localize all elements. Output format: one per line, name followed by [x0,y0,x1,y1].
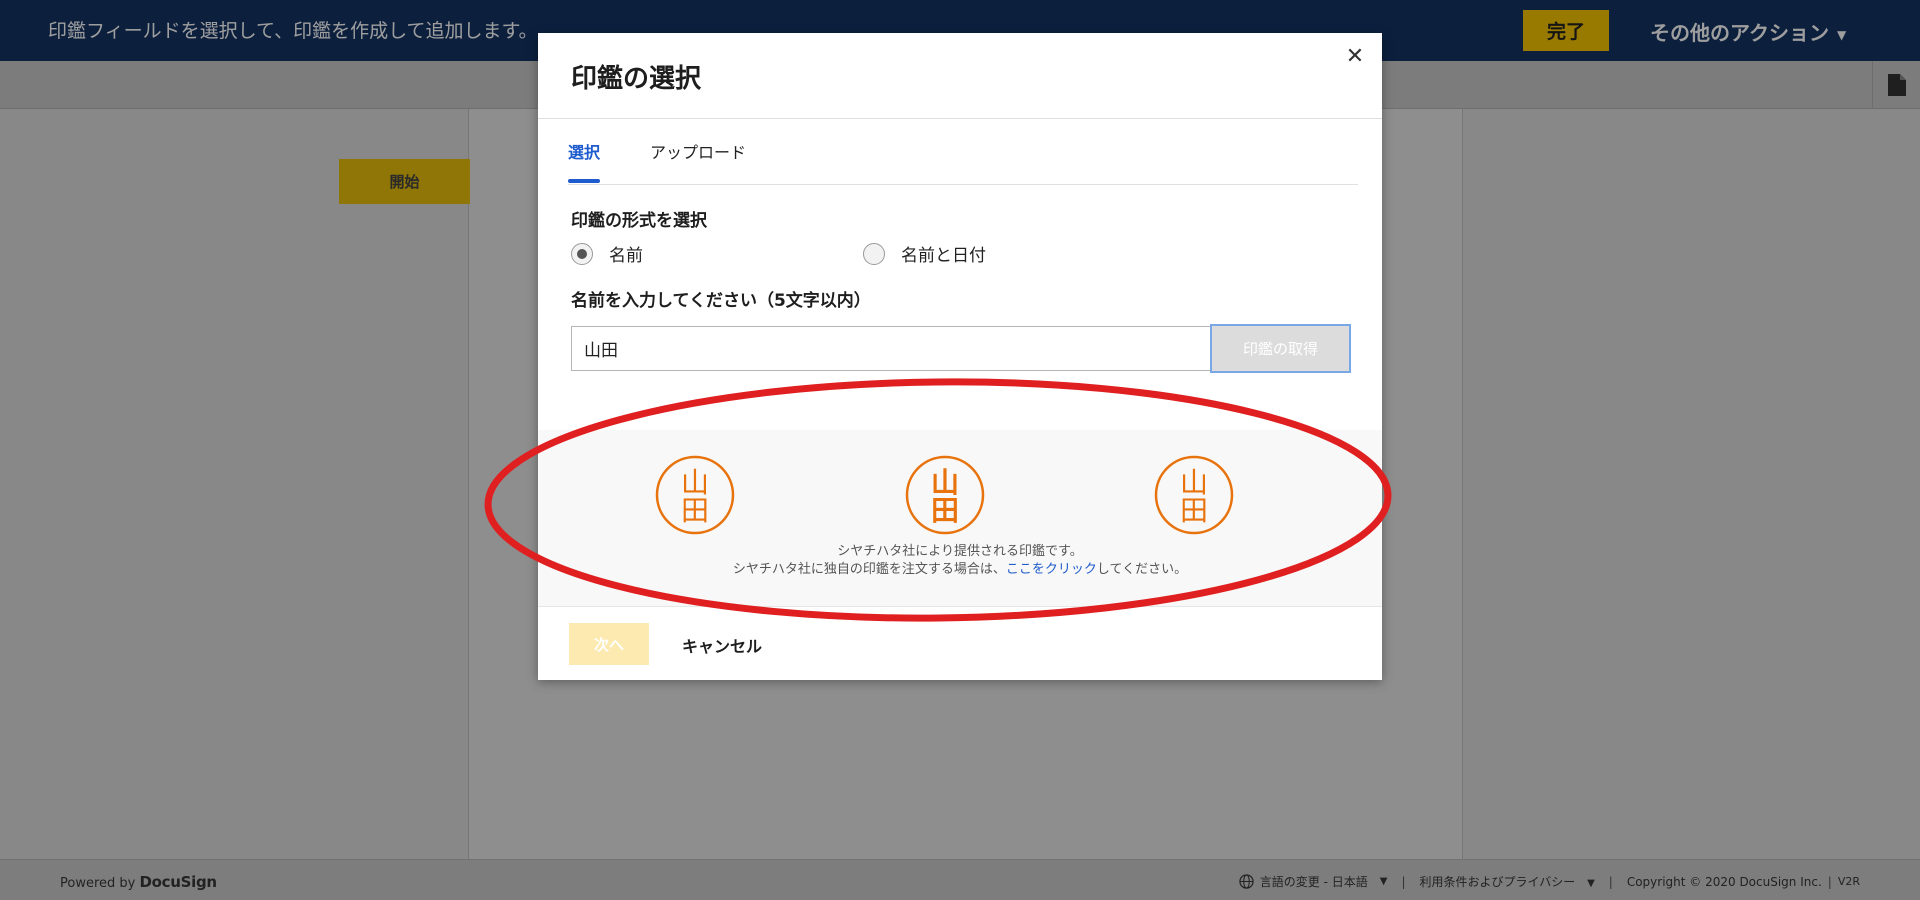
provider-line-1: シヤチハタ社により提供される印鑑です。 [837,544,1083,559]
seal-text: 山田 [1180,466,1208,527]
powered-by-label: Powered by [60,876,136,891]
radio-option-label: 名前 [609,246,643,266]
radio-option-name-date[interactable]: 名前と日付 [863,241,986,266]
other-actions-label: その他のアクション [1650,21,1829,45]
page-footer: Powered by DocuSign 言語の変更 - 日本語 ▼ | 利用条件… [0,859,1920,900]
seal-option-3[interactable]: 山田 [1153,454,1235,536]
dialog-title: 印鑑の選択 [571,64,702,94]
start-button[interactable]: 開始 [339,159,470,204]
done-button[interactable]: 完了 [1523,10,1609,51]
powered-by: Powered by DocuSign [60,873,217,891]
document-icon-glyph [1887,74,1906,96]
name-input[interactable] [571,326,1211,371]
radio-button[interactable] [863,242,885,265]
other-actions-menu[interactable]: その他のアクション ▼ [1650,17,1846,46]
instruction-message: 印鑑フィールドを選択して、印鑑を作成して追加します。 [48,20,538,42]
next-button[interactable]: 次へ [569,623,649,665]
tab-upload[interactable]: アップロード [650,139,746,163]
seal-text: 山田 [681,466,709,527]
order-seal-link[interactable]: ここをクリック [1006,562,1097,577]
globe-icon [1239,874,1254,889]
chevron-down-icon: ▼ [1379,876,1388,887]
terms-label: 利用条件およびプライバシー [1419,875,1576,889]
footer-links: 言語の変更 - 日本語 ▼ | 利用条件およびプライバシー ▼ | Copyri… [1239,873,1860,890]
seal-text: 山田 [931,466,959,527]
get-seal-button[interactable]: 印鑑の取得 [1210,324,1351,373]
close-icon[interactable]: ✕ [1342,43,1368,69]
radio-option-name[interactable]: 名前 [571,241,643,266]
seal-selection-dialog: 印鑑の選択 ✕ 選択 アップロード 印鑑の形式を選択 名前 名前と日付 名前を入… [538,33,1382,680]
chevron-down-icon: ▼ [1587,878,1595,889]
seal-preview-panel: 山田 山田 山田 シヤチハタ社により提供される印鑑です。 シヤチハタ社に独自の印… [538,430,1382,606]
docusign-logo: DocuSign [139,873,218,891]
tab-select[interactable]: 選択 [568,139,600,163]
seal-option-1[interactable]: 山田 [654,454,736,536]
copyright-text: Copyright © 2020 DocuSign Inc. [1626,874,1822,889]
provider-line-2: シヤチハタ社に独自の印鑑を注文する場合は、ここをクリックしてください。 [538,561,1382,579]
version-text: V2R [1837,875,1860,888]
cancel-button[interactable]: キャンセル [682,633,762,657]
format-label: 印鑑の形式を選択 [571,211,707,231]
language-label: 言語の変更 - 日本語 [1259,875,1368,889]
chevron-down-icon: ▼ [1837,27,1847,42]
provider-line-2-suffix: してください。 [1096,562,1188,577]
active-tab-indicator [568,179,600,183]
radio-option-label: 名前と日付 [901,246,986,266]
language-selector[interactable]: 言語の変更 - 日本語 ▼ [1239,873,1388,890]
dialog-footer-divider [538,606,1382,607]
document-icon[interactable] [1872,61,1920,109]
provider-note: シヤチハタ社により提供される印鑑です。 シヤチハタ社に独自の印鑑を注文する場合は… [538,543,1382,579]
footer-separator: | [1827,874,1832,889]
footer-separator: | [1608,874,1613,889]
provider-line-2-prefix: シヤチハタ社に独自の印鑑を注文する場合は、 [732,562,1006,577]
tab-bar: 選択 アップロード [568,119,1358,185]
radio-button[interactable] [571,242,593,265]
footer-separator: | [1401,874,1406,889]
terms-privacy-link[interactable]: 利用条件およびプライバシー ▼ [1419,873,1594,890]
radio-selected-dot [577,248,587,259]
name-input-label: 名前を入力してください（5文字以内） [571,291,871,311]
seal-option-2[interactable]: 山田 [904,454,986,536]
